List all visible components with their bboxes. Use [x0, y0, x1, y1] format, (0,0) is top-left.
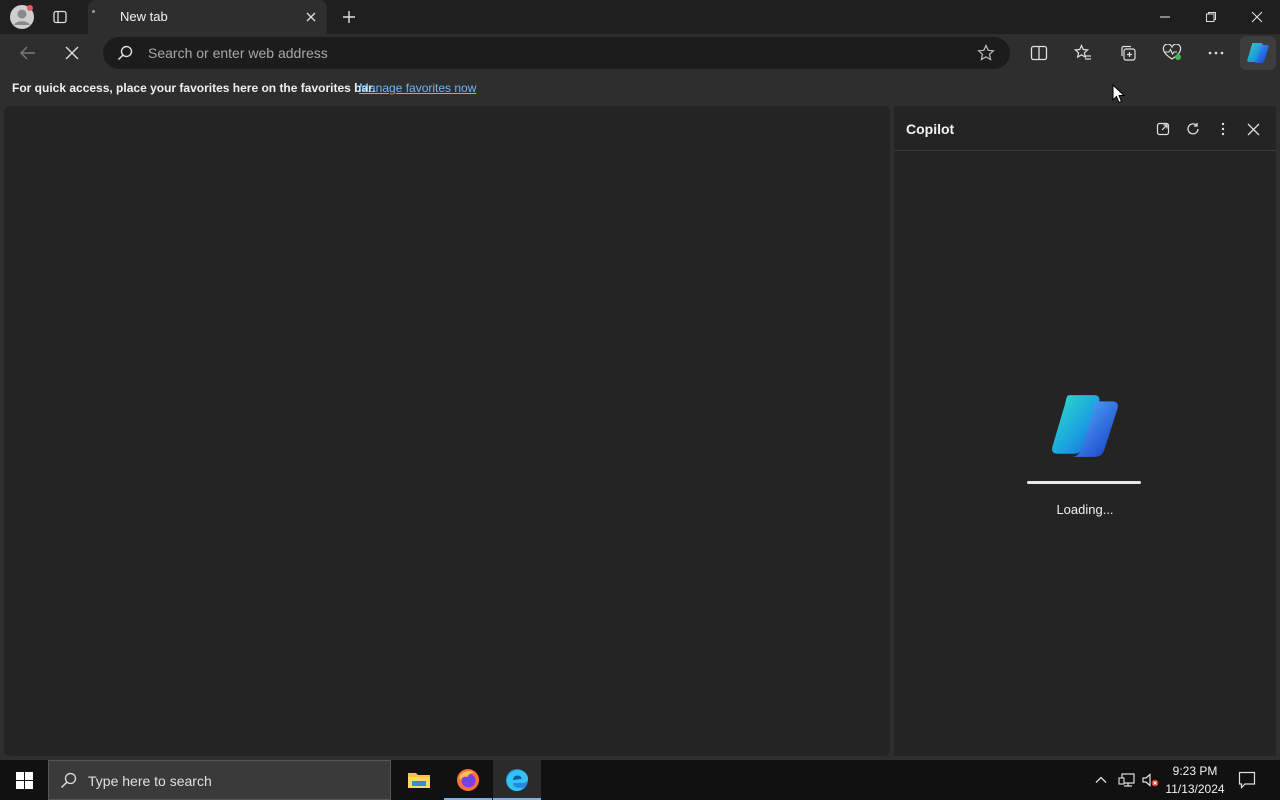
browser-essentials-button[interactable] — [1157, 38, 1187, 68]
collections-icon — [1119, 44, 1137, 62]
favorites-bar-message: For quick access, place your favorites h… — [12, 81, 376, 95]
start-button[interactable] — [0, 760, 48, 800]
windows-logo-icon — [15, 771, 33, 789]
tab-actions-button[interactable] — [46, 0, 74, 34]
add-favorite-button[interactable] — [977, 44, 995, 62]
loading-progress-fill — [1027, 481, 1141, 484]
close-tab-button[interactable] — [300, 0, 322, 34]
manage-favorites-link[interactable]: Manage favorites now — [359, 81, 476, 95]
address-bar[interactable]: Search or enter web address — [103, 37, 1010, 69]
close-pane-button[interactable] — [1242, 118, 1264, 140]
tab-loading-indicator — [92, 10, 95, 13]
back-arrow-icon — [19, 45, 37, 61]
notification-icon — [1238, 771, 1256, 789]
profile-button[interactable] — [6, 0, 38, 34]
web-page-area[interactable] — [4, 106, 890, 756]
new-tab-button[interactable] — [336, 0, 362, 34]
taskbar-file-explorer[interactable] — [395, 760, 443, 800]
stop-loading-button[interactable] — [57, 38, 87, 68]
tab-actions-icon — [52, 9, 68, 25]
split-screen-button[interactable] — [1024, 38, 1054, 68]
more-vertical-icon — [1221, 122, 1225, 136]
copilot-title: Copilot — [906, 121, 955, 137]
taskbar-edge[interactable] — [493, 760, 541, 800]
settings-more-button[interactable] — [1201, 38, 1231, 68]
search-icon — [60, 772, 77, 789]
copilot-header: Copilot — [894, 106, 1276, 151]
close-icon — [1247, 123, 1260, 136]
more-horizontal-icon — [1208, 51, 1224, 55]
volume-muted-icon — [1141, 772, 1159, 788]
copilot-logo-icon — [1048, 392, 1122, 460]
folder-icon — [407, 770, 431, 790]
refresh-icon — [1186, 122, 1200, 136]
tab-title: New tab — [120, 9, 168, 24]
more-options-button[interactable] — [1212, 118, 1234, 140]
volume-button[interactable] — [1141, 772, 1159, 788]
restore-icon — [1205, 11, 1217, 23]
copilot-side-pane: Copilot Loading... — [894, 106, 1276, 756]
plus-icon — [342, 10, 356, 24]
navigation-toolbar: Search or enter web address — [0, 34, 1280, 72]
favorites-icon — [1074, 44, 1092, 62]
taskbar-search-box[interactable]: Type here to search — [48, 760, 391, 800]
heart-pulse-icon — [1162, 44, 1182, 62]
star-icon — [977, 44, 995, 62]
taskbar: Type here to search 9:23 PM 11/13/2024 — [0, 760, 1280, 800]
network-button[interactable] — [1118, 772, 1136, 788]
firefox-icon — [456, 768, 480, 792]
chevron-up-icon — [1094, 773, 1108, 787]
title-bar: New tab — [0, 0, 1280, 34]
clock-time[interactable]: 9:23 PM — [1166, 764, 1224, 778]
loading-progress-bar — [1027, 481, 1141, 484]
clock-date[interactable]: 11/13/2024 — [1162, 782, 1228, 796]
mouse-cursor-icon — [1112, 84, 1125, 104]
close-icon — [305, 11, 317, 23]
network-icon — [1118, 772, 1136, 788]
show-hidden-icons-button[interactable] — [1094, 773, 1108, 787]
tab-new-tab[interactable]: New tab — [88, 0, 327, 34]
action-center-button[interactable] — [1238, 771, 1256, 789]
refresh-button[interactable] — [1182, 118, 1204, 140]
minimize-button[interactable] — [1142, 0, 1188, 34]
copilot-icon — [1246, 42, 1270, 64]
address-placeholder: Search or enter web address — [148, 45, 328, 61]
close-icon — [65, 46, 79, 60]
copilot-button[interactable] — [1240, 36, 1276, 70]
taskbar-search-placeholder: Type here to search — [88, 773, 212, 789]
avatar-icon — [9, 4, 35, 30]
loading-text: Loading... — [1056, 502, 1114, 517]
open-in-new-tab-button[interactable] — [1152, 118, 1174, 140]
favorites-bar: For quick access, place your favorites h… — [0, 72, 1280, 104]
minimize-icon — [1159, 11, 1171, 23]
close-window-button[interactable] — [1234, 0, 1280, 34]
edge-icon — [505, 768, 529, 792]
close-icon — [1251, 11, 1263, 23]
collections-button[interactable] — [1113, 38, 1143, 68]
back-button[interactable] — [13, 38, 43, 68]
open-external-icon — [1156, 122, 1170, 136]
favorites-button[interactable] — [1068, 38, 1098, 68]
taskbar-firefox[interactable] — [444, 760, 492, 800]
restore-button[interactable] — [1188, 0, 1234, 34]
split-screen-icon — [1030, 45, 1048, 61]
search-icon — [117, 45, 133, 61]
